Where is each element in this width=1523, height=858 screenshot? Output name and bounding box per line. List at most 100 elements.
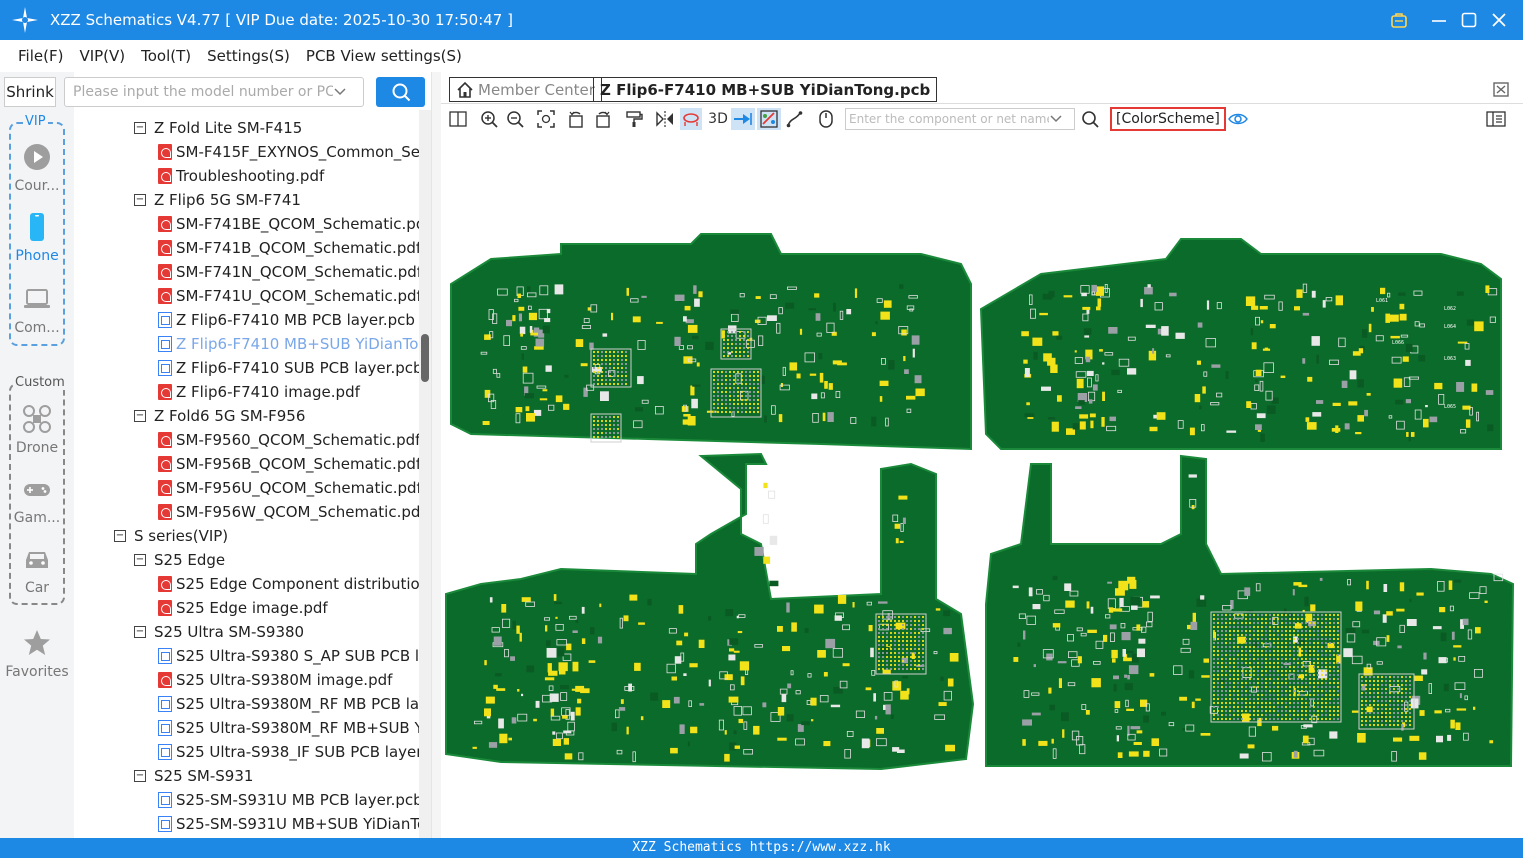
collapse-toggle-icon[interactable]: − <box>134 770 146 782</box>
tree-folder[interactable]: − S25 Edge <box>134 548 225 572</box>
component-search-input[interactable] <box>849 112 1049 126</box>
model-search-button[interactable] <box>376 77 425 107</box>
collapse-toggle-icon[interactable]: − <box>134 194 146 206</box>
fit-view-icon[interactable] <box>535 108 557 130</box>
tree-folder[interactable]: − S series(VIP) <box>114 524 228 548</box>
tree-file[interactable]: SM-F741BE_QCOM_Schematic.pdf <box>158 212 419 236</box>
format-painter-icon[interactable] <box>623 108 645 130</box>
status-bar: XZZ Schematics https://www.xzz.hk <box>0 838 1523 858</box>
rotate-left-icon[interactable] <box>565 108 587 130</box>
highlight-net-icon[interactable] <box>731 108 755 130</box>
tree-file[interactable]: SM-F741B_QCOM_Schematic.pdf <box>158 236 419 260</box>
tree-file[interactable]: SM-F956W_QCOM_Schematic.pdf <box>158 500 419 524</box>
vip-bag-icon[interactable] <box>1384 0 1414 40</box>
menu-file[interactable]: File(F) <box>18 47 63 65</box>
tree-folder[interactable]: − S25 SM-S931 <box>134 764 253 788</box>
chevron-down-icon[interactable] <box>1049 112 1063 126</box>
tree-folder[interactable]: − Z Flip6 5G SM-F741 <box>134 188 301 212</box>
tree-file[interactable]: SM-F741N_QCOM_Schematic.pdf <box>158 260 419 284</box>
zoom-out-icon[interactable] <box>504 108 526 130</box>
tree-folder[interactable]: − S25 Ultra SM-S9380 <box>134 620 304 644</box>
curve-tool-icon[interactable] <box>784 108 806 130</box>
shrink-button[interactable]: Shrink <box>4 77 56 107</box>
tree-file[interactable]: S25 Ultra-S938_IF SUB PCB layer.pc <box>158 740 419 764</box>
layer-flip-icon[interactable] <box>680 108 702 130</box>
tree-file[interactable]: S25 Ultra-S9380M_RF MB+SUB YiD <box>158 716 419 740</box>
nav-game[interactable]: Gam... <box>0 474 74 526</box>
menu-pcb-view-settings[interactable]: PCB View settings(S) <box>306 47 462 65</box>
tree-file[interactable]: SM-F415F_EXYNOS_Common_Servi <box>158 140 419 164</box>
mirror-icon[interactable] <box>654 108 676 130</box>
panel-splitter[interactable] <box>431 72 441 838</box>
collapse-toggle-icon[interactable]: − <box>114 530 126 542</box>
menu-tool[interactable]: Tool(T) <box>141 47 191 65</box>
mouse-mode-icon[interactable] <box>815 108 837 130</box>
view-3d-button[interactable]: 3D <box>705 108 731 130</box>
tree-file[interactable]: Z Flip6-F7410 MB+SUB YiDianTong <box>158 332 419 356</box>
tree-file[interactable]: S25-SM-S931U MB+SUB YiDianTor <box>158 812 419 836</box>
tree-file[interactable]: S25 Ultra-S9380M image.pdf <box>158 668 392 692</box>
menu-vip[interactable]: VIP(V) <box>79 47 125 65</box>
pcb-canvas[interactable]: L061 L064 L062 L063 L065 L066 <box>441 134 1523 838</box>
colorscheme-button[interactable]: [ColorScheme] <box>1110 107 1226 131</box>
menu-settings[interactable]: Settings(S) <box>207 47 290 65</box>
component-search-icon[interactable] <box>1079 108 1101 130</box>
tree-file[interactable]: S25 Ultra-S9380 S_AP SUB PCB laye <box>158 644 419 668</box>
close-button[interactable] <box>1484 0 1514 40</box>
nav-course[interactable]: Cour... <box>0 142 74 194</box>
pdf-file-icon <box>158 144 172 160</box>
minimize-button[interactable] <box>1424 0 1454 40</box>
maximize-button[interactable] <box>1454 0 1484 40</box>
model-search-input[interactable] <box>73 84 333 100</box>
pcb-board-view[interactable]: L061 L064 L062 L063 L065 L066 <box>441 134 1523 838</box>
search-icon <box>392 83 410 102</box>
tree-file[interactable]: Z Flip6-F7410 image.pdf <box>158 380 360 404</box>
tree-scrollbar[interactable] <box>419 110 431 838</box>
tab-active-file[interactable]: Z Flip6-F7410 MB+SUB YiDianTong.pcb <box>593 77 938 102</box>
nav-drone[interactable]: Drone <box>0 404 74 456</box>
nav-favorites[interactable]: Favorites <box>0 628 74 680</box>
tree-file[interactable]: Z Flip6-F7410 SUB PCB layer.pcb <box>158 356 419 380</box>
board-label-l062: L062 <box>1444 306 1456 312</box>
tree-file[interactable]: SM-F956B_QCOM_Schematic.pdf <box>158 452 419 476</box>
eye-icon[interactable] <box>1227 108 1249 130</box>
nav-computer[interactable]: Com... <box>0 284 74 336</box>
tree-folder[interactable]: − Z Fold Lite SM-F415 <box>134 116 302 140</box>
tree-file[interactable]: Troubleshooting.pdf <box>158 164 324 188</box>
rotate-right-icon[interactable] <box>592 108 614 130</box>
split-view-icon[interactable] <box>447 108 469 130</box>
pcb-file-icon <box>158 360 172 376</box>
component-search-field[interactable] <box>845 108 1075 130</box>
collapse-toggle-icon[interactable]: − <box>134 122 146 134</box>
tree-folder[interactable]: − Z Fold6 5G SM-F956 <box>134 404 305 428</box>
tree-file[interactable]: SM-F741U_QCOM_Schematic.pdf <box>158 284 419 308</box>
tree-file[interactable]: S25 Edge image.pdf <box>158 596 328 620</box>
model-search-field[interactable] <box>64 77 364 107</box>
tree-file[interactable]: SM-F9560_QCOM_Schematic.pdf <box>158 428 419 452</box>
nav-drone-label: Drone <box>15 440 59 456</box>
diagonal-net-icon[interactable] <box>757 108 781 130</box>
nav-phone[interactable]: Phone <box>0 212 74 264</box>
tab-member-center[interactable]: Member Center <box>449 77 602 102</box>
nav-computer-label: Com... <box>14 320 60 336</box>
collapse-toggle-icon[interactable]: − <box>134 554 146 566</box>
tree-file[interactable]: S25 Edge Component distribution <box>158 572 419 596</box>
tree-file[interactable]: S25-SM-S931U MB PCB layer.pcb <box>158 788 419 812</box>
tree-file[interactable]: S25 Ultra-S9380M_RF MB PCB laye <box>158 692 419 716</box>
zoom-in-icon[interactable] <box>478 108 500 130</box>
tree-file[interactable]: Z Flip6-F7410 MB PCB layer.pcb <box>158 308 415 332</box>
title-bar: XZZ Schematics V4.77 [ VIP Due date: 202… <box>0 0 1523 40</box>
tree-item-label: Z Fold6 5G SM-F956 <box>154 407 306 425</box>
tree-file[interactable]: SM-F956U_QCOM_Schematic.pdf <box>158 476 419 500</box>
collapse-toggle-icon[interactable]: − <box>134 626 146 638</box>
nav-game-label: Gam... <box>13 510 61 526</box>
tree-scroll-thumb[interactable] <box>421 334 429 382</box>
view-3d-label: 3D <box>708 111 728 127</box>
nav-course-label: Cour... <box>14 178 60 194</box>
chevron-down-icon[interactable] <box>333 85 347 99</box>
close-tab-icon[interactable] <box>1493 80 1511 102</box>
side-panel-icon[interactable] <box>1485 108 1507 130</box>
tree-item-label: S25 Ultra-S938_IF SUB PCB layer.pc <box>176 743 419 761</box>
nav-car[interactable]: Car <box>0 544 74 596</box>
collapse-toggle-icon[interactable]: − <box>134 410 146 422</box>
